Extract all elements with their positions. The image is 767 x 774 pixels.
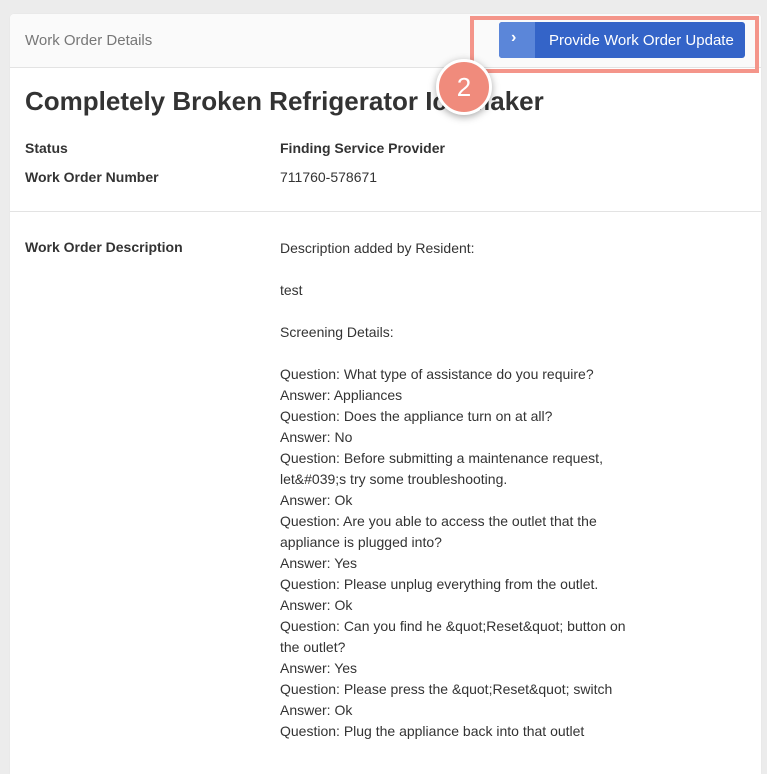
card-header: Work Order Details › Provide Work Order … bbox=[10, 14, 761, 68]
work-order-description: Description added by Resident: test Scre… bbox=[280, 238, 630, 742]
work-order-description-label: Work Order Description bbox=[25, 239, 183, 255]
screening-line: Question: Are you able to access the out… bbox=[280, 513, 597, 550]
screening-lines: Question: What type of assistance do you… bbox=[280, 364, 630, 742]
screening-line: Question: Please unplug everything from … bbox=[280, 576, 599, 592]
screening-line: Answer: No bbox=[280, 429, 353, 445]
screening-line: Answer: Yes bbox=[280, 555, 358, 571]
screening-line: Question: Before submitting a maintenanc… bbox=[280, 450, 603, 487]
provide-work-order-update-button[interactable]: › Provide Work Order Update bbox=[499, 22, 745, 58]
screening-line: Question: Can you find he &quot;Reset&qu… bbox=[280, 618, 626, 655]
screening-line: Question: Please press the &quot;Reset&q… bbox=[280, 681, 613, 697]
screening-heading: Screening Details: bbox=[280, 324, 394, 340]
screening-line: Answer: Ok bbox=[280, 702, 353, 718]
status-label: Status bbox=[25, 140, 68, 156]
screening-line: Answer: Ok bbox=[280, 597, 353, 613]
chevron-right-icon: › bbox=[511, 29, 517, 46]
description-resident-text: test bbox=[280, 282, 303, 298]
screening-line: Question: Plug the appliance back into t… bbox=[280, 723, 585, 739]
description-intro: Description added by Resident: bbox=[280, 240, 475, 256]
work-order-number-label: Work Order Number bbox=[25, 169, 159, 185]
update-button-label: Provide Work Order Update bbox=[549, 32, 734, 49]
status-value: Finding Service Provider bbox=[280, 140, 445, 156]
screening-line: Question: What type of assistance do you… bbox=[280, 366, 594, 382]
screening-line: Question: Does the appliance turn on at … bbox=[280, 408, 553, 424]
step-number-badge: 2 bbox=[436, 59, 492, 115]
section-divider bbox=[10, 211, 761, 212]
work-order-number-value: 711760-578671 bbox=[280, 169, 378, 185]
button-icon-box: › bbox=[499, 22, 535, 58]
screening-line: Answer: Yes bbox=[280, 660, 358, 676]
screening-line: Answer: Ok bbox=[280, 492, 353, 508]
screening-line: Answer: Appliances bbox=[280, 387, 403, 403]
card-header-title: Work Order Details bbox=[25, 32, 153, 49]
